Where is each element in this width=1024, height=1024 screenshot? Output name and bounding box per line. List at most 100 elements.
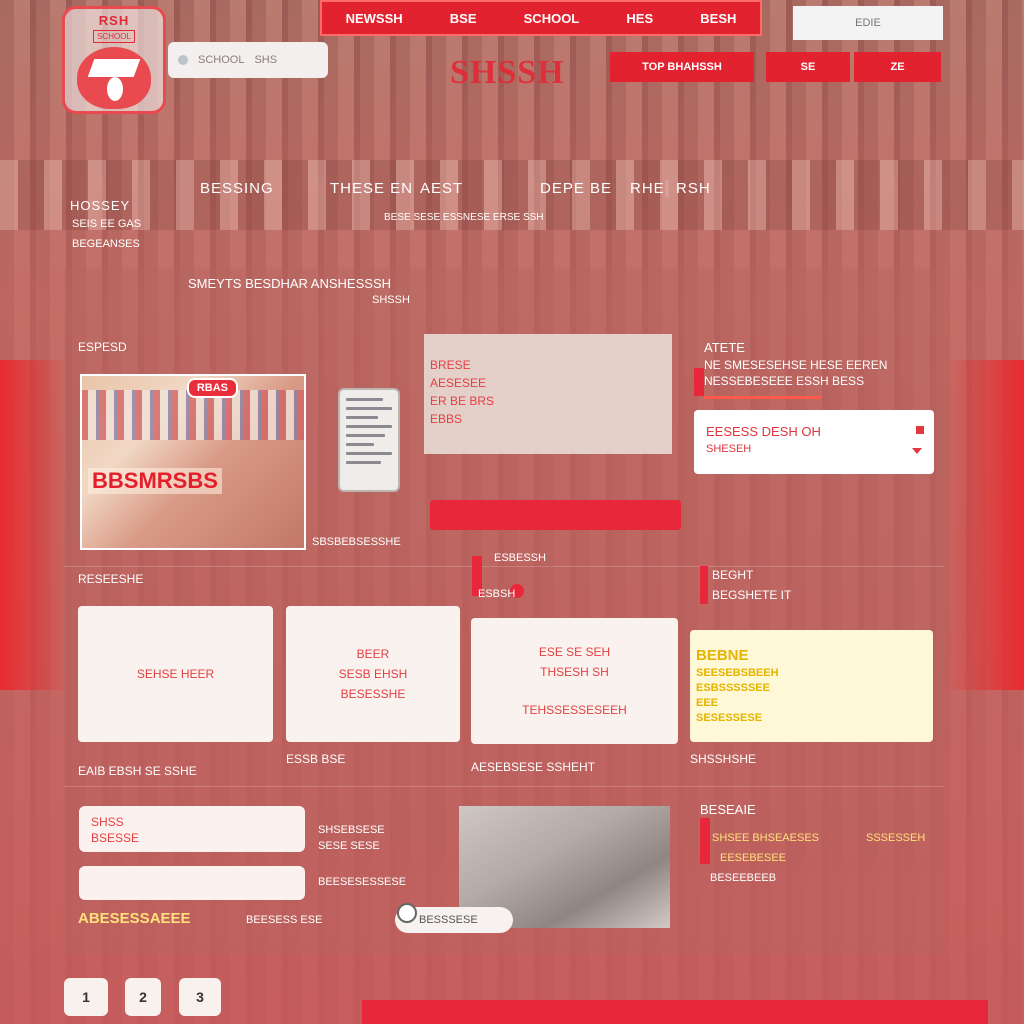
card1-caption[interactable]: EAIB EBSH SE SSHE	[78, 764, 197, 778]
section-label: ESPESD	[78, 340, 127, 354]
content-card-4[interactable]: BEBNE SEESEBSBEEH ESBSSSSSEE EEE SESESSE…	[690, 630, 933, 742]
card3-line-2: THSESH SH	[540, 665, 609, 679]
logo-sub: SCHOOL	[93, 30, 135, 43]
input1-line-1: SHSS	[91, 815, 124, 829]
sub-nav-button-3[interactable]: ZE	[854, 52, 941, 82]
dropdown-select[interactable]: EESESS DESH OH SHESEH	[694, 410, 934, 474]
right-line-2[interactable]: EESEBESEE	[720, 852, 786, 864]
content-card-3[interactable]: ESE SE SEH THSESH SH TEHSSESSESEEH	[471, 618, 678, 744]
news-line-1[interactable]: NE SMESESEHSE HESE EEREN	[704, 358, 887, 372]
card3-caption[interactable]: AESEBSESE SSHEHT	[471, 760, 595, 774]
sub-nav-button-2[interactable]: SE	[766, 52, 850, 82]
right-title: BESEAIE	[700, 802, 756, 817]
footer-mid-text[interactable]: BEESESS ESE	[246, 914, 322, 926]
content-card-2[interactable]: BEER SESB EHSH BESESSHE	[286, 606, 460, 742]
news-line-2[interactable]: NESSEBESEEE ESSH BESS	[704, 374, 864, 388]
card4-title: BEBNE	[696, 647, 749, 664]
school-logo[interactable]: RSH SCHOOL	[62, 6, 166, 114]
news-marker	[694, 368, 704, 396]
card2-line-1: BEER	[356, 647, 390, 661]
pill-button[interactable]: BESSSESE	[395, 903, 513, 933]
search-box[interactable]: SCHOOL SHS	[168, 42, 328, 78]
section-divider-2	[64, 786, 944, 787]
info-line-3: EBBS	[430, 412, 463, 426]
featured-image[interactable]: RBAS BBSMRSBS	[80, 374, 306, 550]
section2-label-left: RESEESHE	[78, 572, 144, 586]
top-search-input[interactable]: EDIE	[793, 6, 943, 40]
mid-nav-left[interactable]: HOSSEY	[70, 198, 130, 213]
action-bar-button[interactable]	[430, 500, 681, 530]
hero-title: SHSSH	[450, 54, 565, 91]
mid-nav-item-6[interactable]: RSH	[676, 180, 711, 197]
sub-nav-button-1[interactable]: TOP BHAHSSH	[610, 52, 754, 82]
card2-line-2: SESB EHSH	[338, 667, 408, 681]
background-red-glow-right	[944, 360, 1024, 690]
pager-button-3[interactable]: 3	[179, 978, 221, 1016]
card1-line-1: SEHSE HEER	[136, 667, 215, 681]
logo-text: RSH	[98, 13, 130, 28]
section2-right-marker	[700, 566, 708, 604]
right-side-text[interactable]: SSSESSEH	[866, 832, 925, 844]
mid-text-1: SHSEBSESE	[318, 824, 385, 836]
chevron-down-icon[interactable]	[912, 448, 922, 454]
section-divider	[64, 566, 944, 567]
form-input-2[interactable]	[79, 866, 305, 900]
news-title: ATETE	[704, 340, 745, 355]
image-caption: BBSMRSBS	[88, 468, 222, 494]
card4-line-2: ESBSSSSSEE	[696, 682, 770, 694]
mid-nav-item-5[interactable]: RHE	[630, 180, 669, 197]
news-underline	[704, 396, 822, 399]
card2-caption[interactable]: ESSB BSE	[286, 752, 345, 766]
card3-footer: TEHSSESSESEEH	[522, 703, 627, 717]
document-icon[interactable]	[338, 388, 400, 492]
search-icon	[178, 55, 188, 65]
info-card[interactable]: BRESE AESESEE ER BE BRS EBBS	[424, 334, 672, 454]
dropdown-text: EESESS DESH OH	[706, 424, 821, 439]
search-suffix: SHS	[254, 54, 278, 66]
info-line-1: AESESEE	[430, 376, 487, 390]
info-title: BRESE	[430, 358, 471, 372]
top-navigation: NEWSSH BSE SCHOOL HES BESH	[320, 0, 762, 36]
section-heading-sub: SHSSH	[372, 294, 410, 306]
mid-nav-item-1[interactable]: BESSING	[200, 180, 274, 197]
card4-line-1: SEESEBSBEEH	[696, 667, 779, 679]
mid-text-2: SESE SESE	[318, 840, 380, 852]
input1-line-2: BSESSE	[91, 831, 140, 845]
content-card-1[interactable]: SEHSE HEER	[78, 606, 273, 742]
image-footer[interactable]: SBSBEBSESSHE	[312, 536, 401, 548]
background-red-glow-left	[0, 360, 70, 690]
dropdown-sub: SHESEH	[706, 443, 752, 455]
nav-item-4[interactable]: HES	[626, 11, 653, 26]
pager-button-2[interactable]: 2	[125, 978, 161, 1016]
clock-icon	[397, 903, 417, 923]
card4-line-4: SESESSESE	[696, 712, 763, 724]
footer-bar	[362, 1000, 988, 1024]
nav-item-5[interactable]: BESH	[700, 11, 736, 26]
mid-nav-item-4[interactable]: DEPE BE	[540, 180, 612, 197]
right-line-1[interactable]: SHSEE BHSEAESES	[712, 832, 819, 844]
sub-nav-center: BESE SESE ESSNESE ERSE SSH	[384, 212, 544, 223]
pill-text: BESSSESE	[419, 914, 478, 926]
section2-label-center: ESBESSH	[494, 552, 546, 564]
nav-item-1[interactable]: NEWSSH	[346, 11, 403, 26]
mid-text-3: BEESESESSESE	[318, 876, 407, 888]
card4-line-3: EEE	[696, 697, 719, 709]
card3-line-1: ESE SE SEH	[538, 645, 611, 659]
pager-button-1[interactable]: 1	[64, 978, 108, 1016]
section-heading: SMEYTS BESDHAR ANSHESSSH	[188, 276, 391, 291]
sub-nav-text-1[interactable]: SEIS EE GAS	[72, 218, 141, 230]
form-input-1[interactable]: SHSS BSESSE	[79, 806, 305, 852]
footer-left-text[interactable]: ABESESSAEEE	[78, 910, 191, 927]
nav-item-2[interactable]: BSE	[450, 11, 477, 26]
section2-label-right-sub: BEGSHETE IT	[712, 588, 792, 602]
close-icon[interactable]	[916, 426, 924, 434]
mid-nav-item-3[interactable]: AEST	[420, 180, 463, 197]
graduation-cap-icon	[77, 47, 151, 109]
card2-line-3: BESESSHE	[340, 687, 406, 701]
right-line-3[interactable]: BESEEBEEB	[710, 872, 776, 884]
image-tag: RBAS	[186, 378, 238, 398]
sub-nav-text-2[interactable]: BEGEANSES	[72, 238, 140, 250]
card4-caption[interactable]: SHSSHSHE	[690, 752, 756, 766]
nav-item-3[interactable]: SCHOOL	[524, 11, 580, 26]
mid-nav-item-2[interactable]: THESE EN	[330, 180, 413, 197]
